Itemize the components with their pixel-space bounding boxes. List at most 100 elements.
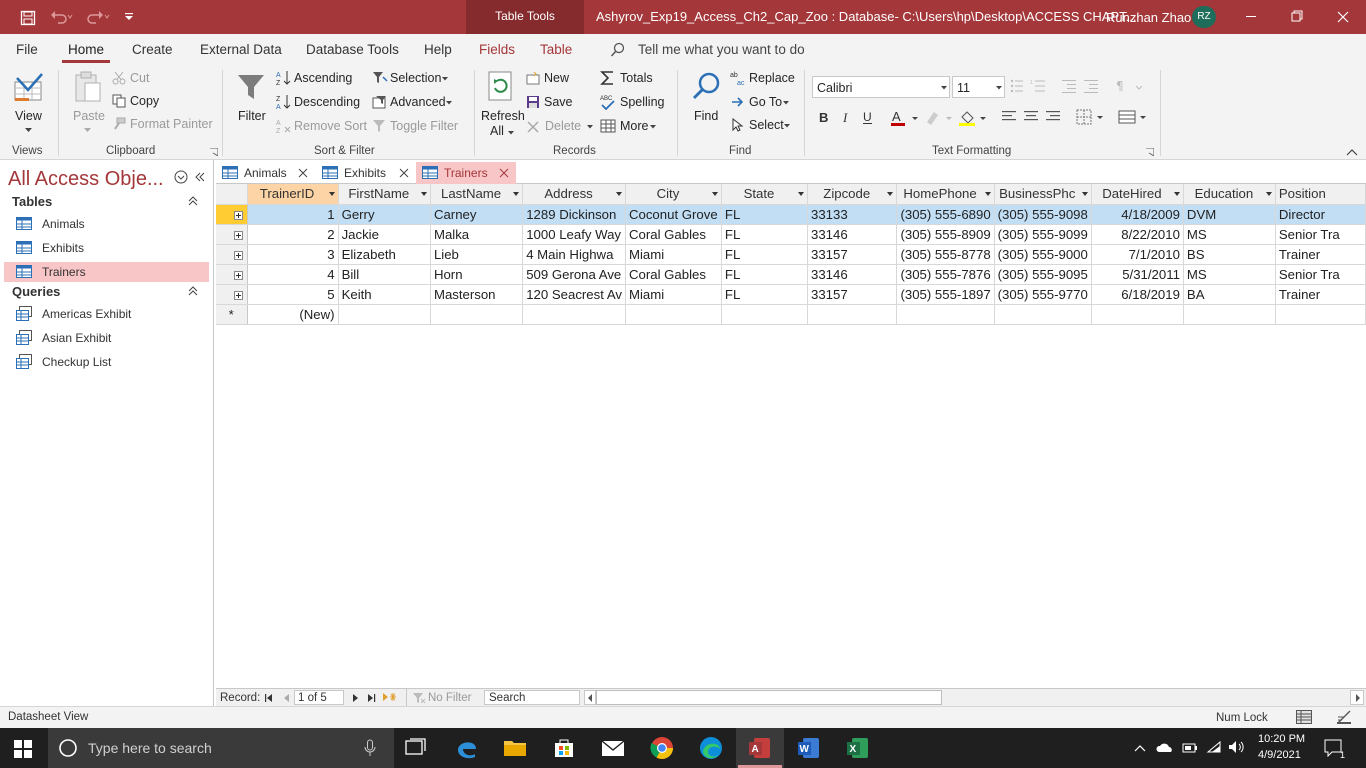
table-cell[interactable]: 8/22/2010 [1091,224,1184,245]
redo-icon[interactable] [86,10,110,24]
sort-ascending-button[interactable]: AZ Ascending [276,70,366,88]
table-cell[interactable]: (305) 555-9000 [994,244,1092,265]
alternate-row-color-icon[interactable] [1118,109,1148,125]
nav-section-queries[interactable]: Queries [12,284,60,299]
indent-icon[interactable] [1062,78,1102,94]
onedrive-icon[interactable] [1156,741,1174,753]
minimize-button[interactable] [1228,0,1274,34]
select-all-cell[interactable] [216,184,248,205]
column-header[interactable]: Zipcode [807,184,898,205]
column-dropdown-icon[interactable] [328,192,335,196]
table-cell[interactable]: (305) 555-1897 [896,284,995,305]
goto-button[interactable]: Go To [730,94,800,112]
column-header[interactable]: City [625,184,722,205]
new-record-row[interactable]: * (New) [216,304,1366,325]
collapse-section-icon[interactable] [188,196,198,206]
column-header[interactable]: LastName [430,184,524,205]
table-cell[interactable]: MS [1183,264,1276,285]
totals-button[interactable]: Totals [600,70,670,88]
record-selector[interactable] [216,204,248,225]
column-header[interactable]: TrainerID [247,184,339,205]
restore-button[interactable] [1274,0,1320,34]
table-cell[interactable] [625,304,722,325]
table-cell[interactable]: FL [721,204,809,225]
table-cell[interactable] [994,304,1092,325]
chevron-up-icon[interactable] [1134,744,1146,752]
table-cell[interactable]: 7/1/2010 [1091,244,1184,265]
record-selector[interactable] [216,224,248,245]
column-header[interactable]: BusinessPhc [994,184,1092,205]
find-button[interactable]: Find [688,68,724,134]
table-cell[interactable]: 5/31/2011 [1091,264,1184,285]
table-cell[interactable] [430,304,524,325]
edge-legacy-icon[interactable] [455,736,479,760]
table-cell[interactable]: 4 Main Highwa [522,244,626,265]
windows-start-icon[interactable] [14,740,32,758]
table-cell[interactable]: (305) 555-8778 [896,244,995,265]
table-cell[interactable]: 1 [247,204,339,225]
sort-descending-button[interactable]: ZA Descending [276,94,366,112]
dialog-launcher-icon[interactable] [210,148,218,156]
table-cell[interactable]: FL [721,224,809,245]
menu-home[interactable]: Home [68,42,104,57]
more-button[interactable]: More [600,118,670,136]
new-record-selector[interactable]: * [216,304,248,325]
tab-animals[interactable]: Animals [216,162,314,184]
highlight-icon[interactable] [924,109,954,127]
task-view-icon[interactable] [404,736,428,760]
tell-me-input[interactable]: Tell me what you want to do [638,42,805,57]
new-blank-record-icon[interactable] [382,692,396,703]
new-record-button[interactable]: New [526,70,586,88]
paste-button[interactable]: Paste [68,68,108,134]
horizontal-scrollbar-thumb[interactable] [596,690,942,705]
format-painter-button[interactable]: Format Painter [110,116,215,134]
nav-section-tables[interactable]: Tables [12,194,52,209]
font-color-icon[interactable]: A [890,109,920,127]
table-cell[interactable]: 33146 [807,264,898,285]
table-cell[interactable]: (305) 555-9098 [994,204,1092,225]
column-dropdown-icon[interactable] [420,192,427,196]
table-cell[interactable]: Lieb [430,244,524,265]
expand-subdatasheet-icon[interactable] [233,210,243,220]
table-cell[interactable]: 5 [247,284,339,305]
font-name-select[interactable]: Calibri [812,76,950,98]
table-cell[interactable] [807,304,898,325]
menu-table[interactable]: Table [540,42,572,57]
first-record-icon[interactable] [264,693,274,703]
store-icon[interactable] [552,736,576,760]
replace-button[interactable]: ab ac Replace [730,70,800,88]
table-cell[interactable]: 4 [247,264,339,285]
table-cell[interactable]: 2 [247,224,339,245]
undo-icon[interactable] [50,10,74,24]
tab-exhibits[interactable]: Exhibits [316,162,414,184]
access-taskbar-button[interactable]: A [736,728,784,768]
table-cell[interactable]: Horn [430,264,524,285]
spelling-button[interactable]: ABC Spelling [600,94,670,112]
table-cell[interactable]: Trainer [1275,244,1366,265]
align-left-icon[interactable] [1002,111,1062,123]
table-cell[interactable] [896,304,995,325]
table-cell[interactable]: (305) 555-9770 [994,284,1092,305]
column-header[interactable]: Address [522,184,626,205]
column-dropdown-icon[interactable] [1081,192,1088,196]
previous-record-icon[interactable] [282,693,292,703]
filter-status[interactable]: No Filter [428,692,471,704]
scroll-right-button[interactable] [1350,690,1364,705]
table-cell[interactable]: FL [721,284,809,305]
save-icon[interactable] [20,10,36,26]
nav-item-animals[interactable]: Animals [4,214,209,234]
battery-icon[interactable] [1182,741,1198,753]
table-cell[interactable]: Coral Gables [625,224,722,245]
table-cell[interactable] [1183,304,1276,325]
table-cell[interactable]: Trainer [1275,284,1366,305]
table-cell[interactable]: 3 [247,244,339,265]
column-dropdown-icon[interactable] [1173,192,1180,196]
column-header[interactable]: Position [1275,184,1366,205]
table-cell[interactable]: 6/18/2019 [1091,284,1184,305]
bullets-icon[interactable]: 1 [1010,78,1060,94]
table-cell[interactable] [338,304,431,325]
column-dropdown-icon[interactable] [984,192,991,196]
clock-time[interactable]: 10:20 PM [1258,733,1305,745]
table-cell[interactable]: Coconut Grove [625,204,722,225]
tab-trainers[interactable]: Trainers [416,162,516,184]
